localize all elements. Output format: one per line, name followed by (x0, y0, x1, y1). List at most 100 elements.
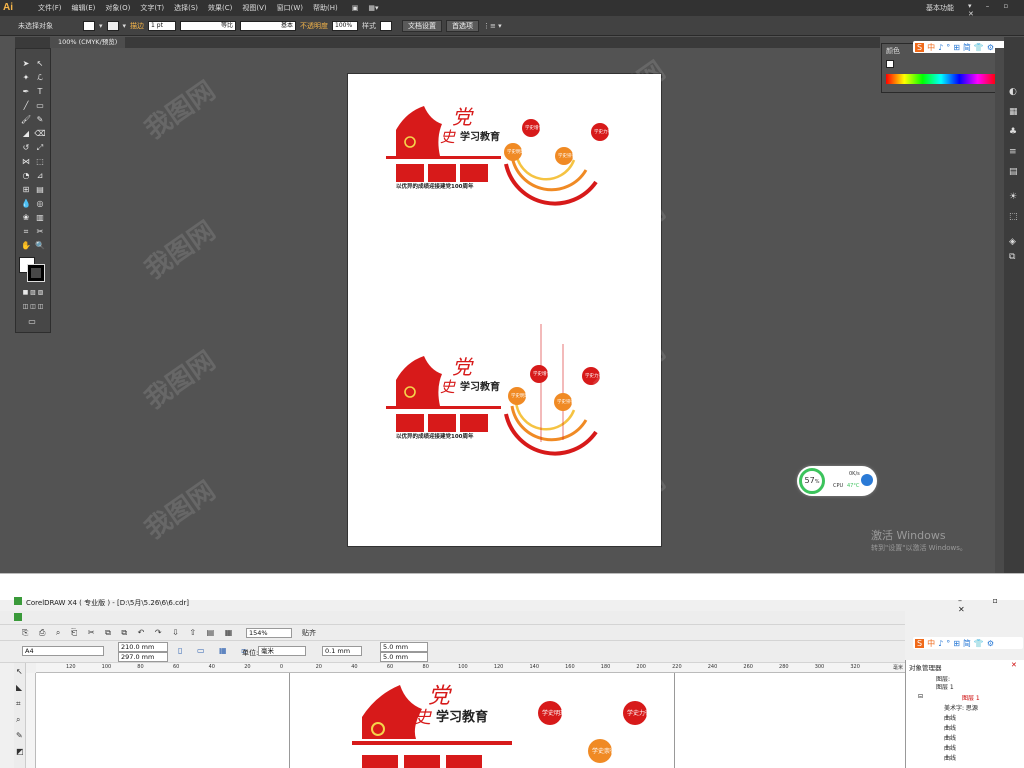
ime-item[interactable]: 中 (927, 638, 935, 649)
ime-item[interactable]: ⚙ (987, 639, 994, 648)
ime-item[interactable]: ⚙ (987, 43, 994, 52)
shape-builder-icon[interactable]: ◔ (20, 171, 32, 180)
opacity-field[interactable]: 100% (332, 20, 359, 31)
expand-icon[interactable]: ⊟ (918, 693, 923, 700)
close-icon[interactable]: ✕ (1011, 661, 1017, 669)
none-swatch[interactable] (886, 60, 894, 68)
free-transform-icon[interactable]: ⬚ (34, 157, 46, 166)
panel-icon[interactable]: ⧉ (1009, 252, 1015, 262)
om-item[interactable]: 曲线 (944, 713, 956, 722)
cpu-widget[interactable]: 57% 0K/s CPU 47°C (797, 466, 877, 496)
draw-mode-icons[interactable]: ◫ ◫ ◫ (18, 303, 48, 310)
menu-window[interactable]: 窗口(W) (277, 3, 303, 13)
smart-fill-icon[interactable]: ◩ (16, 747, 24, 756)
slice-tool-icon[interactable]: ✂ (34, 227, 46, 236)
brush-definition[interactable]: 基本 (240, 20, 297, 31)
menu-icon[interactable] (14, 613, 22, 621)
menu-object[interactable]: 对象(O) (105, 3, 130, 13)
om-item[interactable]: 曲线 (944, 723, 956, 732)
magic-wand-icon[interactable]: ✦ (20, 73, 32, 82)
menu-select[interactable]: 选择(S) (174, 3, 198, 13)
menu-file[interactable]: 文件(F) (38, 3, 62, 13)
page-width-field[interactable]: 210.0 mm (118, 642, 168, 652)
unit-select[interactable]: 毫米 (258, 646, 306, 656)
page-height-field[interactable]: 297.0 mm (118, 652, 168, 662)
pick-tool-icon[interactable]: ↖ (16, 667, 23, 676)
hand-tool-icon[interactable]: ✋ (20, 241, 32, 250)
opacity-label[interactable]: 不透明度 (300, 21, 328, 31)
pen-tool-icon[interactable]: ✒ (20, 87, 32, 96)
chevron-down-icon[interactable]: ▾ (99, 22, 103, 30)
paintbrush-icon[interactable]: 🖌 (20, 115, 32, 124)
color-mode-icons[interactable]: ■ ▨ ▨ (18, 289, 48, 296)
type-tool-icon[interactable]: T (34, 87, 46, 96)
freehand-tool-icon[interactable]: ✎ (16, 731, 23, 740)
om-item[interactable]: 曲线 (944, 753, 956, 762)
mesh-tool-icon[interactable]: ⊞ (20, 185, 32, 194)
menu-help[interactable]: 帮助(H) (313, 3, 338, 13)
crop-tool-icon[interactable]: ⌗ (16, 699, 21, 709)
panel-icon[interactable]: ⬚ (1009, 212, 1018, 222)
om-item[interactable]: 曲线 (944, 743, 956, 752)
panel-icon[interactable]: ♣ (1009, 127, 1017, 137)
artboard-tool-icon[interactable]: ⌗ (20, 227, 32, 237)
horizontal-ruler[interactable]: 120 100 80 60 40 20 0 20 40 60 80 100 120 140 160 180 20… (36, 663, 905, 673)
stroke-color-swatch[interactable] (27, 264, 45, 282)
om-page-value[interactable]: 图层 1 (936, 682, 954, 691)
align-options-icon[interactable]: ⋮≡ ▾ (483, 22, 502, 30)
vertical-scrollbar[interactable] (995, 48, 1004, 573)
fill-swatch[interactable] (83, 20, 95, 31)
pencil-icon[interactable]: ✎ (34, 115, 46, 124)
chevron-down-icon[interactable]: ▾ (123, 22, 127, 30)
color-panel-tab[interactable]: 颜色 (886, 46, 900, 56)
vertical-ruler[interactable] (26, 673, 36, 768)
line-tool-icon[interactable]: ╱ (20, 101, 32, 110)
duplicate-x-field[interactable]: 5.0 mm (380, 642, 428, 652)
window-controls[interactable]: – ▫ ✕ (958, 596, 1024, 614)
panel-icon[interactable]: ▦ (1009, 107, 1018, 117)
ime-item[interactable]: ° (946, 43, 950, 52)
zoom-tool-icon[interactable]: 🔍 (34, 241, 46, 250)
layer-name[interactable]: 图层 1 (962, 693, 980, 702)
zoom-field[interactable]: 154% (246, 628, 292, 638)
variable-width-profile[interactable]: 等比 (180, 20, 237, 31)
shape-tool-icon[interactable]: ◣ (16, 683, 22, 692)
ime-item[interactable]: 👕 (974, 43, 984, 52)
blob-brush-icon[interactable]: ◢ (20, 129, 32, 138)
stroke-weight-field[interactable]: 1 pt (148, 20, 177, 31)
color-spectrum[interactable] (886, 74, 996, 84)
toolbar-icons[interactable]: ⎘ ⎙ ⌕ ⎗ ✂ ⧉ ⧉ ↶ ↷ ⇩ ⇧ ▤ ▦ (22, 628, 236, 638)
ime-item[interactable]: 简 (963, 638, 971, 649)
lasso-icon[interactable]: ℒ (34, 73, 46, 82)
panel-icon[interactable]: ◐ (1009, 87, 1017, 97)
ime-item[interactable]: ♪ (938, 639, 943, 648)
ime-item[interactable]: 简 (963, 42, 971, 53)
om-item[interactable]: 曲线 (944, 733, 956, 742)
zoom-tool-icon[interactable]: ⌕ (16, 715, 20, 725)
accelerate-icon[interactable] (861, 474, 873, 486)
rotate-tool-icon[interactable]: ↺ (20, 143, 32, 152)
eyedropper-icon[interactable]: 💧 (20, 199, 32, 208)
direct-selection-icon[interactable]: ↖ (34, 59, 46, 68)
scale-tool-icon[interactable]: ⤢ (34, 143, 46, 153)
om-item[interactable]: 美术字: 思源 (944, 703, 978, 712)
panel-icon[interactable]: ◈ (1009, 237, 1016, 247)
selection-tool-icon[interactable]: ➤ (20, 59, 32, 68)
screen-mode-icon[interactable]: ▭ (26, 317, 38, 326)
page-size-select[interactable]: A4 (22, 646, 104, 656)
document-setup-button[interactable]: 文档设置 (402, 19, 443, 32)
graph-tool-icon[interactable]: ▥ (34, 213, 46, 222)
panel-icon[interactable]: ▤ (1009, 167, 1018, 177)
document-tab[interactable]: 100% (CMYK/预览) (50, 37, 126, 48)
preferences-button[interactable]: 首选项 (446, 19, 480, 32)
blend-tool-icon[interactable]: ◎ (34, 199, 46, 208)
menu-effect[interactable]: 效果(C) (208, 3, 232, 13)
bridge-icon[interactable]: ▣ (352, 4, 359, 12)
sogou-icon[interactable]: S (915, 42, 925, 52)
ime-item[interactable]: 中 (927, 42, 935, 53)
symbol-sprayer-icon[interactable]: ❀ (20, 213, 32, 222)
duplicate-y-field[interactable]: 5.0 mm (380, 652, 428, 662)
ime-item[interactable]: ⊞ (953, 639, 960, 648)
ime-item[interactable]: ⊞ (953, 43, 960, 52)
perspective-grid-icon[interactable]: ⊿ (34, 171, 46, 180)
